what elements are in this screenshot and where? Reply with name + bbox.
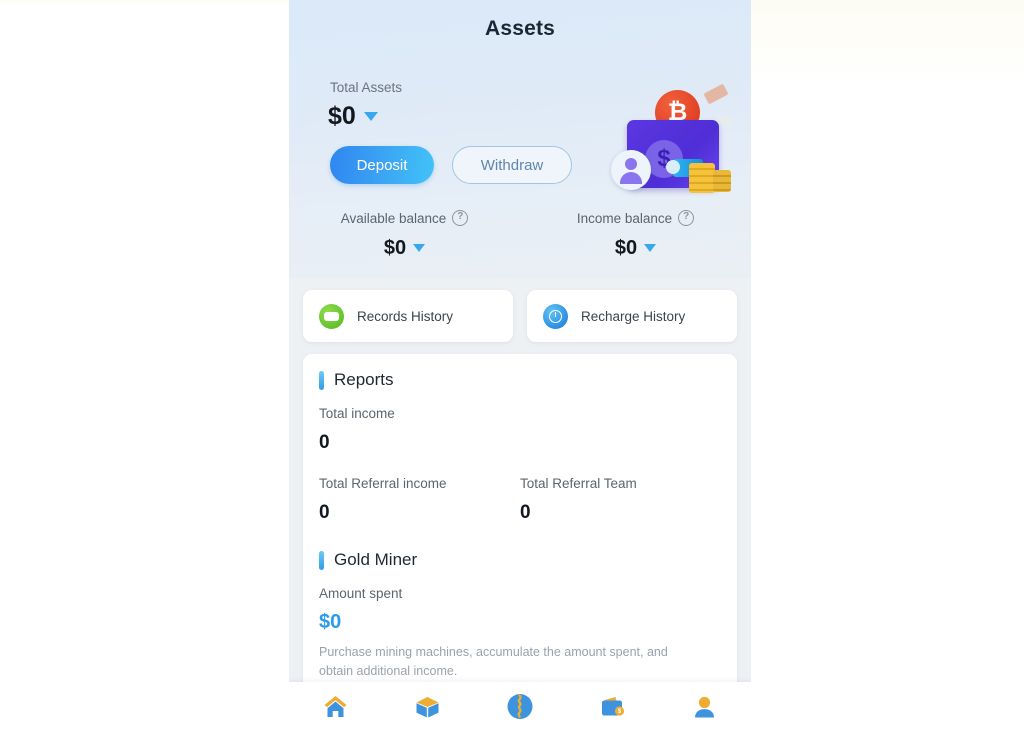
total-assets-row[interactable]: $0 [328,104,378,129]
wallet-icon: $ [601,696,625,716]
referral-stats-row: Total Referral income 0 Total Referral T… [303,476,737,524]
assets-hero: Assets Total Assets $0 Deposit Withdraw … [289,0,751,278]
records-history-card[interactable]: Records History [303,290,513,342]
total-income-value: 0 [319,432,330,453]
reports-title: Reports [334,370,394,389]
total-assets-label: Total Assets [330,80,403,95]
page-title: Assets [484,17,556,40]
recharge-history-icon [543,303,568,329]
nav-tab-home[interactable] [289,682,381,731]
withdraw-button[interactable]: Withdraw [452,146,572,184]
records-history-icon [319,303,344,329]
gold-coin-stack-small-icon [713,170,731,192]
section-accent-bar [319,370,324,390]
wallet-money-illustration: ₿ $ [611,83,739,203]
chevron-down-icon[interactable] [413,244,426,252]
available-balance-block: Available balance ? $0 [289,210,520,258]
available-balance-label: Available balance [340,210,447,226]
reports-section-head: Reports [303,370,737,390]
reports-and-miner-card: Reports Total income 0 Total Referral in… [303,354,737,708]
recharge-history-label: Recharge History [581,308,686,324]
section-accent-bar [319,550,324,570]
hero-action-buttons: Deposit Withdraw [330,146,572,184]
total-income-label: Total income [319,406,395,421]
gold-miner-section-head: Gold Miner [303,550,737,570]
nav-tab-profile[interactable] [659,682,751,731]
income-balance-value: $0 [614,237,638,259]
available-balance-head: Available balance ? [341,210,469,226]
box-icon [416,696,439,717]
available-balance-value-row[interactable]: $0 [383,237,426,259]
records-history-label: Records History [357,308,454,324]
globe-icon [507,694,533,719]
person-icon [695,696,715,717]
help-icon[interactable]: ? [678,210,695,226]
gold-coin-stack-icon [689,163,715,193]
balances-row: Available balance ? $0 Income balance ? … [289,210,751,258]
total-assets-value: $0 [328,102,356,130]
nav-tab-globe[interactable] [474,682,566,731]
total-referral-team-block: Total Referral Team 0 [520,476,721,524]
chevron-down-icon[interactable] [644,244,657,252]
deposit-button[interactable]: Deposit [330,146,434,184]
total-referral-team-value: 0 [520,502,531,523]
help-icon[interactable]: ? [452,210,469,226]
phone-screen: Assets Total Assets $0 Deposit Withdraw … [289,0,751,731]
income-balance-block: Income balance ? $0 [520,210,751,258]
gold-miner-title: Gold Miner [334,550,418,569]
income-balance-head: Income balance ? [576,210,695,226]
home-icon [324,695,347,717]
amount-spent-label: Amount spent [319,586,403,601]
amount-spent-value: $0 [319,611,342,633]
recharge-history-card[interactable]: Recharge History [527,290,737,342]
gold-miner-description: Purchase mining machines, accumulate the… [319,645,668,679]
nav-tab-products[interactable] [381,682,473,731]
banknote-icon [703,83,729,105]
backdrop-right-tint [750,0,1024,731]
nav-tab-wallet[interactable]: $ [566,682,658,731]
total-referral-income-value: 0 [319,502,330,523]
total-income-row: Total income 0 [303,406,737,454]
bottom-navigation: $ [289,682,751,731]
history-shortcuts: Records History Recharge History [289,278,751,342]
income-balance-label: Income balance [576,210,673,226]
total-referral-income-label: Total Referral income [319,476,447,491]
chevron-down-icon[interactable] [363,112,378,121]
available-balance-value: $0 [383,237,407,259]
total-referral-income-block: Total Referral income 0 [319,476,520,524]
avatar-icon [611,150,651,190]
total-income-block: Total income 0 [319,406,721,454]
income-balance-value-row[interactable]: $0 [614,237,657,259]
total-referral-team-label: Total Referral Team [520,476,637,491]
